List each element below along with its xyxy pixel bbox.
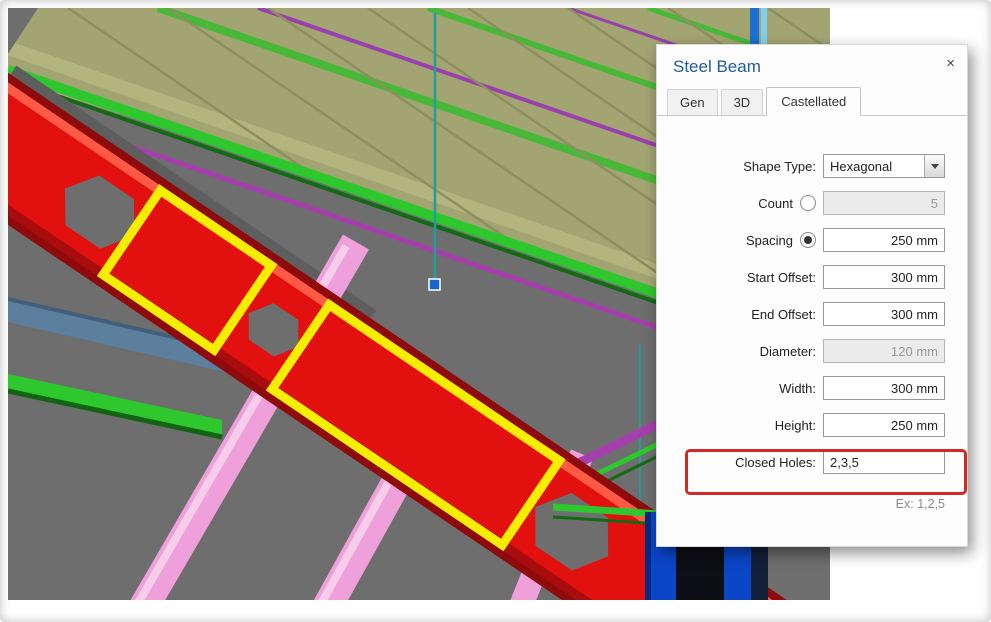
start-offset-input[interactable] [823, 265, 945, 289]
tab-bar: Gen 3D Castellated [657, 87, 967, 116]
example-hint: Ex: 1,2,5 [896, 497, 945, 511]
field-width: Width: [657, 376, 945, 400]
width-input[interactable] [823, 376, 945, 400]
spacing-label: Spacing [746, 233, 793, 248]
field-shape-type: Shape Type: Hexagonal [657, 154, 945, 178]
steel-beam-dialog: Steel Beam × Gen 3D Castellated Shape Ty… [656, 44, 968, 547]
spacing-radio[interactable] [800, 232, 816, 248]
diameter-label: Diameter: [760, 344, 816, 359]
castellated-form: Shape Type: Hexagonal Count Spacing Star… [657, 154, 967, 474]
end-offset-label: End Offset: [751, 307, 816, 322]
tab-castellated[interactable]: Castellated [766, 87, 861, 116]
field-diameter: Diameter: [657, 339, 945, 363]
field-spacing: Spacing [657, 228, 945, 252]
count-radio[interactable] [800, 195, 816, 211]
field-count: Count [657, 191, 945, 215]
dialog-title: Steel Beam [673, 57, 761, 76]
end-offset-input[interactable] [823, 302, 945, 326]
diameter-input [823, 339, 945, 363]
dialog-header: Steel Beam × [657, 45, 967, 87]
close-icon[interactable]: × [946, 56, 955, 71]
width-label: Width: [779, 381, 816, 396]
closed-holes-input[interactable] [823, 450, 945, 474]
closed-holes-label: Closed Holes: [735, 455, 816, 470]
height-input[interactable] [823, 413, 945, 437]
shape-type-select[interactable]: Hexagonal [823, 154, 945, 178]
field-start-offset: Start Offset: [657, 265, 945, 289]
count-input [823, 191, 945, 215]
start-offset-label: Start Offset: [747, 270, 816, 285]
shape-type-value: Hexagonal [824, 159, 924, 174]
field-closed-holes: Closed Holes: [657, 450, 945, 474]
count-label: Count [758, 196, 793, 211]
chevron-down-icon[interactable] [924, 155, 944, 177]
field-end-offset: End Offset: [657, 302, 945, 326]
spacing-input[interactable] [823, 228, 945, 252]
field-height: Height: [657, 413, 945, 437]
tab-gen[interactable]: Gen [667, 89, 718, 116]
shape-type-label: Shape Type: [743, 159, 816, 174]
height-label: Height: [775, 418, 816, 433]
screenshot-frame: Steel Beam × Gen 3D Castellated Shape Ty… [0, 0, 991, 622]
beam-tag-marker[interactable] [429, 279, 440, 290]
tab-3d[interactable]: 3D [721, 89, 764, 116]
